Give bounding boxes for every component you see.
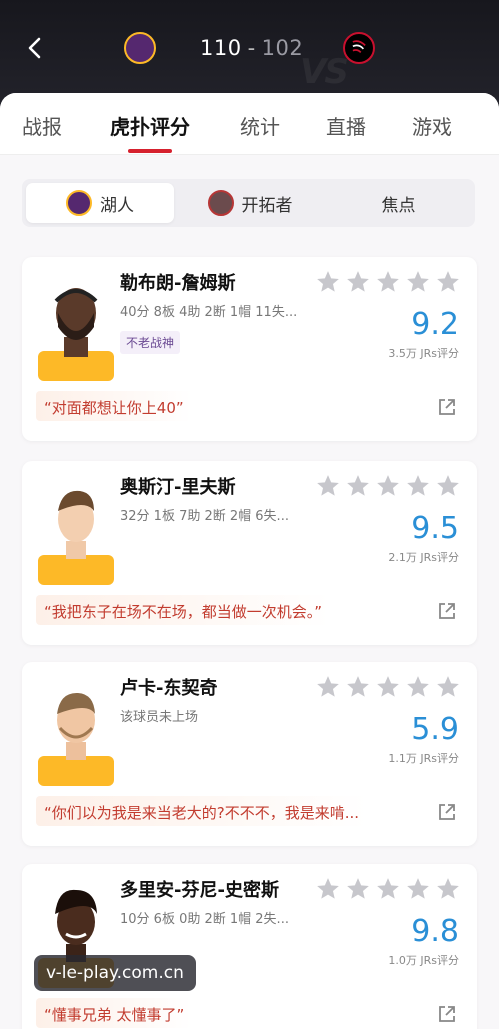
content-panel: 战报 虎扑评分 统计 直播 游戏 湖人 开拓者 焦点 勒布朗-詹姆斯 40分 8… bbox=[0, 93, 499, 1029]
score-separator: - bbox=[247, 36, 256, 60]
star-icon[interactable] bbox=[315, 473, 341, 499]
player-card[interactable]: 奥斯汀-里夫斯 32分 1板 7助 2断 2帽 6失... 9.5 2.1万 J… bbox=[22, 461, 477, 645]
tab-stats[interactable]: 统计 bbox=[240, 111, 280, 140]
player-rating: 9.2 bbox=[411, 307, 459, 342]
share-icon[interactable] bbox=[437, 1004, 457, 1024]
player-name: 奥斯汀-里夫斯 bbox=[120, 477, 236, 498]
lakers-logo-icon[interactable] bbox=[124, 32, 156, 64]
blazers-logo-icon[interactable] bbox=[343, 32, 375, 64]
share-icon[interactable] bbox=[437, 601, 457, 621]
player-rating: 9.8 bbox=[411, 914, 459, 949]
rating-stars bbox=[315, 473, 461, 499]
site-watermark: v-le-play.com.cn bbox=[34, 955, 196, 991]
star-icon[interactable] bbox=[345, 674, 371, 700]
star-icon[interactable] bbox=[375, 473, 401, 499]
star-icon[interactable] bbox=[315, 674, 341, 700]
tab-live[interactable]: 直播 bbox=[326, 111, 366, 140]
player-name: 勒布朗-詹姆斯 bbox=[120, 273, 236, 294]
player-card[interactable]: 卢卡-东契奇 该球员未上场 5.9 1.1万 JRs评分 “你们以为我是来当老大… bbox=[22, 662, 477, 846]
rating-stars bbox=[315, 674, 461, 700]
vs-watermark: VS bbox=[300, 52, 349, 92]
home-score: 110 bbox=[200, 36, 242, 60]
star-icon[interactable] bbox=[375, 674, 401, 700]
tab-hupu-rating[interactable]: 虎扑评分 bbox=[110, 111, 190, 140]
tab-active-indicator bbox=[128, 149, 172, 153]
player-rating: 9.5 bbox=[411, 511, 459, 546]
segment-label: 开拓者 bbox=[241, 195, 293, 216]
player-stats: 40分 8板 4助 2断 1帽 11失... bbox=[120, 305, 298, 320]
player-stats: 该球员未上场 bbox=[120, 710, 199, 725]
star-icon[interactable] bbox=[345, 269, 371, 295]
segment-label: 湖人 bbox=[100, 195, 134, 216]
star-icon[interactable] bbox=[405, 674, 431, 700]
vote-count: 1.1万 JRs评分 bbox=[388, 752, 459, 765]
player-quote[interactable]: “你们以为我是来当老大的?不不不，我是来啃... bbox=[36, 796, 368, 826]
tab-report[interactable]: 战报 bbox=[22, 111, 62, 140]
game-score: 110-102 bbox=[200, 36, 303, 60]
player-card[interactable]: 多里安-芬尼-史密斯 10分 6板 0助 2断 1帽 2失... 9.8 1.0… bbox=[22, 864, 477, 1029]
vote-count: 3.5万 JRs评分 bbox=[388, 347, 459, 360]
star-icon[interactable] bbox=[345, 876, 371, 902]
segment-label: 焦点 bbox=[381, 195, 416, 216]
player-stats: 10分 6板 0助 2断 1帽 2失... bbox=[120, 912, 289, 927]
player-name: 卢卡-东契奇 bbox=[120, 678, 218, 699]
star-icon[interactable] bbox=[435, 876, 461, 902]
player-card[interactable]: 勒布朗-詹姆斯 40分 8板 4助 2断 1帽 11失... 不老战神 9.2 … bbox=[22, 257, 477, 441]
blazers-logo-icon bbox=[207, 190, 234, 216]
star-icon[interactable] bbox=[315, 876, 341, 902]
star-icon[interactable] bbox=[435, 269, 461, 295]
tab-bar: 战报 虎扑评分 统计 直播 游戏 bbox=[0, 93, 499, 155]
star-icon[interactable] bbox=[375, 876, 401, 902]
player-avatar[interactable] bbox=[36, 475, 116, 585]
player-avatar[interactable] bbox=[36, 271, 116, 381]
segment-blazers[interactable]: 开拓者 bbox=[180, 183, 320, 223]
player-quote[interactable]: “对面都想让你上40” bbox=[36, 391, 192, 421]
rating-stars bbox=[315, 876, 461, 902]
star-icon[interactable] bbox=[345, 473, 371, 499]
player-quote[interactable]: “我把东子在场不在场，都当做一次机会。” bbox=[36, 595, 331, 625]
away-score: 102 bbox=[261, 36, 304, 60]
star-icon[interactable] bbox=[315, 269, 341, 295]
star-icon[interactable] bbox=[405, 269, 431, 295]
share-icon[interactable] bbox=[437, 397, 457, 417]
vote-count: 2.1万 JRs评分 bbox=[388, 551, 459, 564]
segment-lakers[interactable]: 湖人 bbox=[26, 183, 174, 223]
share-icon[interactable] bbox=[437, 802, 457, 822]
player-avatar[interactable] bbox=[36, 676, 116, 786]
rating-stars bbox=[315, 269, 461, 295]
star-icon[interactable] bbox=[375, 269, 401, 295]
vote-count: 1.0万 JRs评分 bbox=[388, 954, 459, 967]
star-icon[interactable] bbox=[435, 473, 461, 499]
player-quote[interactable]: “懂事兄弟 太懂事了” bbox=[36, 998, 193, 1028]
team-segment-control: 湖人 开拓者 焦点 bbox=[22, 179, 475, 227]
star-icon[interactable] bbox=[405, 473, 431, 499]
segment-focus[interactable]: 焦点 bbox=[326, 183, 471, 223]
player-rating: 5.9 bbox=[411, 712, 459, 747]
player-stats: 32分 1板 7助 2断 2帽 6失... bbox=[120, 509, 289, 524]
lakers-logo-icon bbox=[66, 190, 92, 216]
star-icon[interactable] bbox=[405, 876, 431, 902]
tab-games[interactable]: 游戏 bbox=[412, 111, 452, 140]
star-icon[interactable] bbox=[435, 674, 461, 700]
back-icon[interactable] bbox=[22, 34, 50, 62]
player-name: 多里安-芬尼-史密斯 bbox=[120, 880, 279, 901]
player-tag: 不老战神 bbox=[120, 331, 181, 354]
